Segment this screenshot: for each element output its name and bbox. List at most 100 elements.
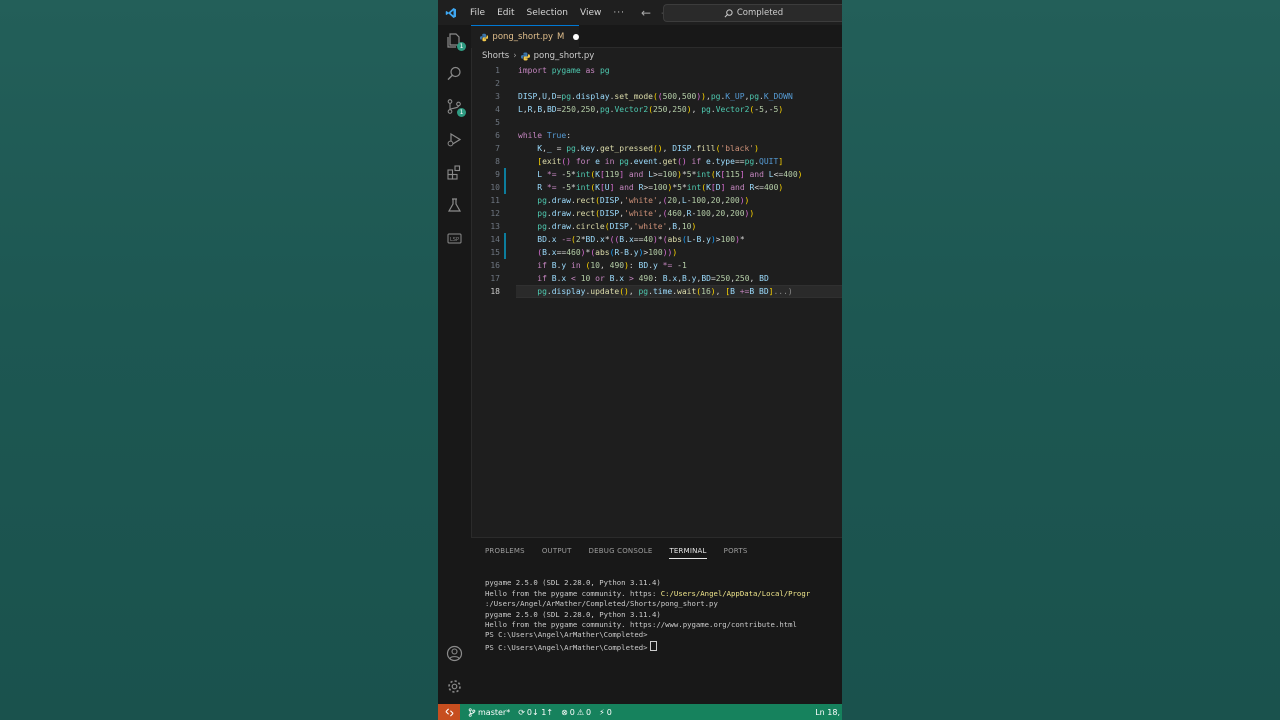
terminal-output[interactable]: pygame 2.5.0 (SDL 2.28.0, Python 3.11.4)… [485,568,842,674]
extensions-icon[interactable] [446,164,463,181]
sync-icon: ⟳ [518,707,525,717]
code-line: 10 R *= -5*int(K[U] and R>=100)*5*int(K[… [471,181,842,194]
back-arrow-icon[interactable]: ← [641,6,651,20]
terminal-prompt: PS C:\Users\Angel\ArMather\Completed> [485,640,842,653]
line-number: 3 [495,92,500,101]
search-icon[interactable] [446,65,463,82]
line-number: 5 [495,118,500,127]
tab-terminal[interactable]: TERMINAL [669,547,707,559]
tab-filename: pong_short.py [492,32,554,42]
code-line: 17 if B.x < 10 or B.x > 490: B.x,B.y,BD=… [471,272,842,285]
line-number: 12 [490,209,500,218]
run-debug-icon[interactable] [446,131,463,148]
search-icon [724,8,733,17]
line-number: 14 [490,235,500,244]
lsp-icon[interactable]: LSP [446,230,463,247]
problems-status[interactable]: ⊗ 0 ⚠ 0 [561,708,591,717]
code-line: 13 pg.draw.circle(DISP,'white',B,10) [471,220,842,233]
command-center-search[interactable]: Completed [663,4,842,22]
code-line: 1 import pygame as pg [471,64,842,77]
tab-output[interactable]: OUTPUT [542,547,572,559]
warning-icon: ⚠ [576,707,585,717]
error-count: 0 [569,707,575,717]
vscode-window: File Edit Selection View ··· ← → Complet… [438,0,842,720]
account-icon[interactable] [446,645,463,662]
unsaved-dot-icon[interactable] [573,34,579,40]
error-icon: ⊗ [561,707,568,717]
ports-icon: ⚡ [599,707,605,717]
menu-view[interactable]: View [574,8,607,18]
tab-pong-short[interactable]: pong_short.py M [471,25,579,48]
menu-selection[interactable]: Selection [521,8,574,18]
git-branch[interactable]: master* [468,708,510,717]
breadcrumb: Shorts › pong_short.py [471,48,842,64]
activity-bar: 1 1 LSP [438,25,472,704]
code-line: 6 while True: [471,129,842,142]
sync-status[interactable]: ⟳ 0↓ 1↑ [518,708,553,717]
python-file-icon [520,51,530,61]
remote-indicator-icon[interactable] [438,704,460,720]
line-number: 11 [490,196,500,205]
code-line: 4 L,R,B,BD=250,250,pg.Vector2(250,250), p… [471,103,842,116]
scm-badge: 1 [457,108,466,117]
menu-more[interactable]: ··· [607,8,631,18]
source-control-icon[interactable]: 1 [446,98,466,117]
code-editor[interactable]: 1 import pygame as pg 2 3 DISP,U,D=pg.disp… [471,64,842,537]
breadcrumb-folder[interactable]: Shorts [482,51,509,61]
vscode-logo-icon [438,0,464,25]
terminal-line: Hello from the pygame community. https: … [485,588,811,598]
terminal-line: PS C:\Users\Angel\ArMather\Completed> [485,630,648,640]
line-number: 9 [495,170,500,179]
breadcrumb-file[interactable]: pong_short.py [534,51,595,61]
code-line: 8 [exit() for e in pg.event.get() if e.t… [471,155,842,168]
code-line: 16 if B.y in (10, 490): BD.y *= -1 [471,259,842,272]
terminal-path-link[interactable]: C:/Users/Angel/AppData/Local/Progr [661,589,810,598]
explorer-icon[interactable]: 1 [446,32,466,51]
line-number: 15 [490,248,500,257]
warning-count: 0 [586,707,592,717]
line-number: 18 [490,287,500,296]
code-line-current: 18 pg.display.update(), pg.time.wait(16)… [471,285,842,298]
chevron-right-icon: › [513,51,517,61]
tab-modified-indicator: M [557,32,565,42]
ports-count: 0 [606,707,612,717]
sync-counts: 0↓ 1↑ [526,707,554,717]
background-left [0,0,438,720]
code-line: 3 DISP,U,D=pg.display.set_mode((500,500))… [471,90,842,103]
line-number: 2 [495,79,500,88]
tab-problems[interactable]: PROBLEMS [485,547,525,559]
testing-flask-icon[interactable] [446,197,463,214]
tab-debug-console[interactable]: DEBUG CONSOLE [589,547,653,559]
line-number: 8 [495,157,500,166]
branch-name: master* [478,707,511,717]
code-line: 5 [471,116,842,129]
ports-status[interactable]: ⚡ 0 [599,708,612,717]
line-number: 4 [495,105,500,114]
line-number: 6 [495,131,500,140]
python-file-icon [480,33,489,41]
cursor-position[interactable]: Ln 18, [815,704,840,720]
tab-ports[interactable]: PORTS [724,547,748,559]
code-line: 2 [471,77,842,90]
line-number: 10 [490,183,500,192]
line-number: 17 [490,274,500,283]
branch-icon [468,707,476,717]
code-line: 11 pg.draw.rect(DISP,'white',(20,L-100,2… [471,194,842,207]
terminal-line: pygame 2.5.0 (SDL 2.28.0, Python 3.11.4) [485,578,661,588]
menu-edit[interactable]: Edit [491,8,520,18]
editor-tabs: pong_short.py M [471,25,842,48]
command-center-label: Completed [736,8,784,18]
code-line: 15 (B.x==460)*(abs(R-B.y)>100))) [471,246,842,259]
background-right [842,0,1280,720]
menu-file[interactable]: File [464,8,491,18]
settings-gear-icon[interactable] [446,678,463,695]
terminal-line: pygame 2.5.0 (SDL 2.28.0, Python 3.11.4) [485,609,661,619]
bottom-panel: PROBLEMS OUTPUT DEBUG CONSOLE TERMINAL P… [471,537,842,705]
line-column: Ln 18, [815,707,840,717]
code-line: 12 pg.draw.rect(DISP,'white',(460,R-100,… [471,207,842,220]
menu-bar: File Edit Selection View ··· [464,8,631,18]
code-line: 7 K,_ = pg.key.get_pressed(), DISP.fill(… [471,142,842,155]
terminal-line: Hello from the pygame community. https:/… [485,620,797,630]
line-number: 7 [495,144,500,153]
title-bar: File Edit Selection View ··· ← → Complet… [438,0,842,26]
